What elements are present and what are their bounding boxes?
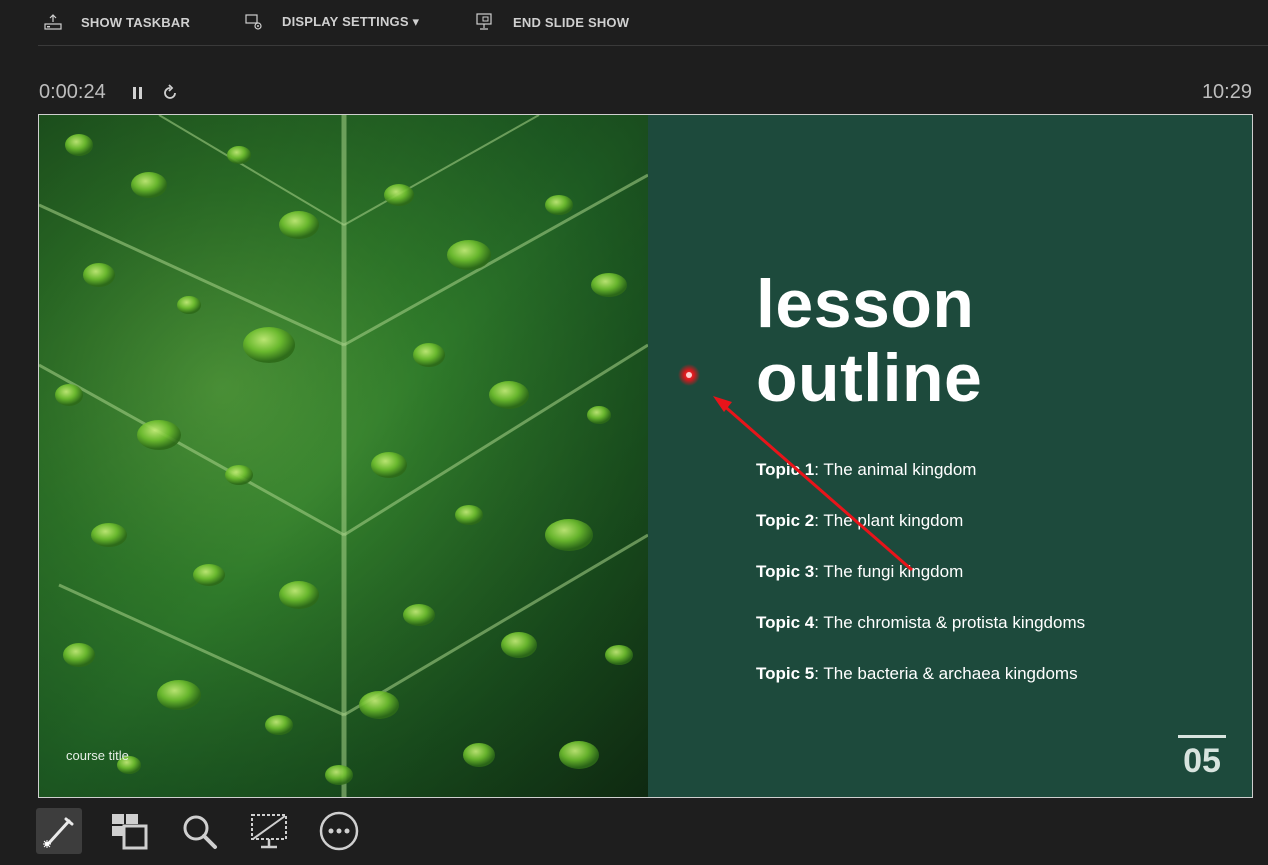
leaf-photo: course title: [39, 115, 648, 797]
current-time: 10:29: [1201, 81, 1252, 103]
show-taskbar-label: SHOW TASKBAR: [81, 14, 191, 30]
pause-timer-button[interactable]: [129, 84, 147, 102]
list-item: Topic 1: The animal kingdom: [756, 460, 1085, 511]
zoom-button[interactable]: [176, 808, 222, 854]
topic-label: Topic 1: [756, 460, 815, 479]
black-screen-button[interactable]: [246, 808, 292, 854]
topic-label: Topic 5: [756, 664, 815, 683]
slide-title: lesson outline: [756, 267, 982, 415]
topic-text: : The plant kingdom: [814, 511, 964, 530]
topic-text: : The animal kingdom: [814, 460, 977, 479]
black-screen-icon: [251, 814, 287, 849]
more-options-icon: [319, 811, 359, 851]
pen-laser-icon: [43, 817, 74, 848]
end-slide-show-label: END SLIDE SHOW: [513, 14, 630, 30]
topic-label: Topic 3: [756, 562, 815, 581]
topic-text: : The bacteria & archaea kingdoms: [814, 664, 1078, 683]
course-title: course title: [66, 748, 129, 763]
list-item: Topic 4: The chromista & protista kingdo…: [756, 613, 1085, 664]
see-all-slides-button[interactable]: [106, 808, 152, 854]
list-item: Topic 5: The bacteria & archaea kingdoms: [756, 664, 1085, 715]
outline-panel: lesson outline Topic 1: The animal kingd…: [648, 115, 1252, 797]
topic-label: Topic 4: [756, 613, 815, 632]
pause-icon: [133, 87, 142, 99]
current-slide[interactable]: course title lesson outline Topic 1: The…: [38, 114, 1253, 798]
zoom-icon: [183, 815, 217, 849]
toolbar-divider: [38, 45, 1268, 46]
topic-list: Topic 1: The animal kingdom Topic 2: The…: [756, 460, 1085, 715]
topic-text: : The chromista & protista kingdoms: [814, 613, 1086, 632]
list-item: Topic 2: The plant kingdom: [756, 511, 1085, 562]
more-options-button[interactable]: [316, 808, 362, 854]
show-taskbar-button[interactable]: SHOW TASKBAR: [43, 12, 190, 32]
list-item: Topic 3: The fungi kingdom: [756, 562, 1085, 613]
topic-text: : The fungi kingdom: [814, 562, 964, 581]
topic-label: Topic 2: [756, 511, 815, 530]
slide-number-bar: [1178, 735, 1226, 738]
presenter-toolbar: SHOW TASKBAR DISPLAY SETTINGS ▾ END SLID…: [0, 0, 1268, 46]
end-show-icon: [476, 13, 492, 30]
display-settings-icon: [245, 14, 262, 30]
restart-icon: [164, 84, 176, 99]
display-settings-label: DISPLAY SETTINGS ▾: [282, 14, 420, 29]
title-line-1: lesson: [756, 266, 975, 342]
slide-number-text: 05: [1183, 742, 1221, 780]
restart-timer-button[interactable]: [161, 84, 179, 102]
see-all-slides-icon: [112, 814, 148, 850]
pen-laser-button[interactable]: [36, 808, 82, 854]
title-line-2: outline: [756, 340, 983, 416]
elapsed-timer: 0:00:24: [39, 81, 106, 103]
leaf-illustration: [39, 115, 648, 797]
slide-number: 05: [1178, 735, 1226, 778]
display-settings-button[interactable]: DISPLAY SETTINGS ▾: [244, 12, 419, 32]
taskbar-icon: [44, 14, 62, 30]
end-slide-show-button[interactable]: END SLIDE SHOW: [475, 12, 629, 32]
